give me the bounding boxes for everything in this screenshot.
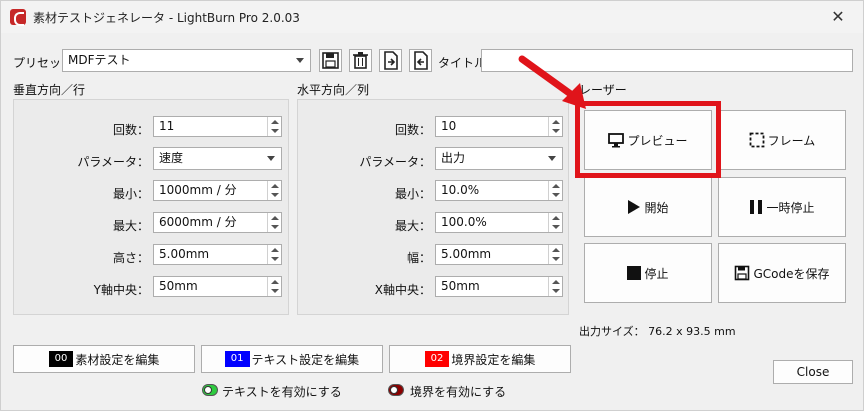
start-label: 開始 [644,200,669,215]
vertical-y-center-spinbox[interactable]: 50mm [153,276,282,297]
vertical-count-label: 回数： [112,123,149,137]
chevron-down-icon [267,156,275,161]
spin-arrows-icon[interactable] [267,117,281,136]
stop-icon [627,266,642,280]
layer-badge-00: 00 [48,351,74,367]
edit-text-settings-button[interactable]: 01 テキスト設定を編集 [201,345,383,373]
preset-select[interactable]: MDFテスト [62,49,311,72]
pause-label: 一時停止 [766,200,815,215]
preview-highlight-box [575,101,721,178]
vertical-height-label: 高さ： [112,251,149,265]
horizontal-max-spinbox[interactable]: 100.0% [435,212,563,233]
horizontal-count-label: 回数： [394,123,431,137]
window-close-button[interactable]: ✕ [825,5,851,29]
vertical-height-spinbox[interactable]: 5.00mm [153,244,282,265]
preset-value: MDFテスト [68,53,131,67]
horizontal-min-label: 最小： [394,187,431,201]
spin-arrows-icon[interactable] [267,181,281,200]
import-icon [384,51,398,70]
enable-border-label: 境界を有効にする [410,385,507,399]
spin-arrows-icon[interactable] [267,213,281,232]
enable-border-toggle[interactable] [388,384,404,396]
vertical-min-value: 1000mm / 分 [159,183,237,197]
vertical-y-center-value: 50mm [159,279,198,293]
horizontal-parameter-label: パラメータ： [359,155,431,169]
horizontal-group-label: 水平方向／列 [297,83,370,97]
horizontal-min-value: 10.0% [441,183,480,197]
horizontal-width-value: 5.00mm [441,247,492,261]
window-title: 素材テストジェネレータ - LightBurn Pro 2.0.03 [33,11,300,25]
vertical-min-spinbox[interactable]: 1000mm / 分 [153,180,282,201]
title-label: タイトル [438,56,487,70]
vertical-y-center-label: Y軸中央： [93,283,149,297]
horizontal-max-label: 最大： [394,219,431,233]
horizontal-x-center-spinbox[interactable]: 50mm [435,276,563,297]
vertical-parameter-value: 速度 [159,151,184,165]
spin-arrows-icon[interactable] [267,277,281,296]
stop-label: 停止 [644,266,669,281]
chevron-down-icon [296,58,304,63]
horizontal-x-center-label: X軸中央： [374,283,431,297]
edit-border-settings-button[interactable]: 02 境界設定を編集 [389,345,571,373]
spin-arrows-icon[interactable] [548,277,562,296]
save-preset-button[interactable] [319,49,342,72]
enable-text-label: テキストを有効にする [222,385,342,399]
horizontal-width-label: 幅： [406,251,431,265]
vertical-group-label: 垂直方向／行 [13,83,86,97]
chevron-down-icon [548,156,556,161]
spin-arrows-icon[interactable] [548,181,562,200]
edit-text-settings-label: テキスト設定を編集 [251,352,360,367]
spin-arrows-icon[interactable] [267,245,281,264]
pause-icon [750,200,763,214]
vertical-count-spinbox[interactable]: 11 [153,116,282,137]
play-icon [628,200,641,214]
stop-button[interactable]: 停止 [584,243,712,303]
vertical-max-label: 最大： [112,219,149,233]
trash-icon [353,52,368,69]
horizontal-min-spinbox[interactable]: 10.0% [435,180,563,201]
horizontal-count-spinbox[interactable]: 10 [435,116,563,137]
vertical-parameter-label: パラメータ： [77,155,149,169]
red-arrow-annotation [518,55,586,109]
delete-preset-button[interactable] [349,49,372,72]
edit-border-settings-label: 境界設定を編集 [451,352,536,367]
close-button[interactable]: Close [773,360,853,384]
import-preset-button[interactable] [379,49,402,72]
vertical-height-value: 5.00mm [159,247,210,261]
enable-text-toggle[interactable] [202,384,218,396]
horizontal-x-center-value: 50mm [441,279,480,293]
edit-material-settings-label: 素材設定を編集 [75,352,160,367]
lightburn-logo-icon [10,9,26,26]
output-size-text: 出力サイズ： 76.2 x 93.5 mm [579,325,736,338]
spin-arrows-icon[interactable] [548,213,562,232]
save-gcode-button[interactable]: GCodeを保存 [718,243,846,303]
frame-icon [749,132,765,148]
vertical-min-label: 最小： [112,187,149,201]
horizontal-max-value: 100.0% [441,215,487,229]
horizontal-width-spinbox[interactable]: 5.00mm [435,244,563,265]
spin-arrows-icon[interactable] [548,245,562,264]
title-bar: 素材テストジェネレータ - LightBurn Pro 2.0.03 ✕ [1,1,863,33]
vertical-max-value: 6000mm / 分 [159,215,237,229]
horizontal-count-value: 10 [441,119,457,133]
start-button[interactable]: 開始 [584,177,712,237]
save-gcode-label: GCodeを保存 [753,266,830,281]
pause-button[interactable]: 一時停止 [718,177,846,237]
edit-material-settings-button[interactable]: 00 素材設定を編集 [13,345,195,373]
horizontal-parameter-value: 出力 [441,151,466,165]
save-icon [735,265,750,281]
vertical-count-value: 11 [159,119,175,133]
spin-arrows-icon[interactable] [548,117,562,136]
frame-button[interactable]: フレーム [718,110,846,170]
save-icon [322,52,339,69]
frame-label: フレーム [767,133,816,148]
vertical-parameter-select[interactable]: 速度 [153,147,282,170]
vertical-max-spinbox[interactable]: 6000mm / 分 [153,212,282,233]
material-test-window: 素材テストジェネレータ - LightBurn Pro 2.0.03 ✕ プリセ… [0,0,864,411]
layer-badge-01: 01 [224,351,250,367]
layer-badge-02: 02 [424,351,450,367]
horizontal-parameter-select[interactable]: 出力 [435,147,563,170]
export-icon [414,51,428,70]
export-preset-button[interactable] [409,49,432,72]
